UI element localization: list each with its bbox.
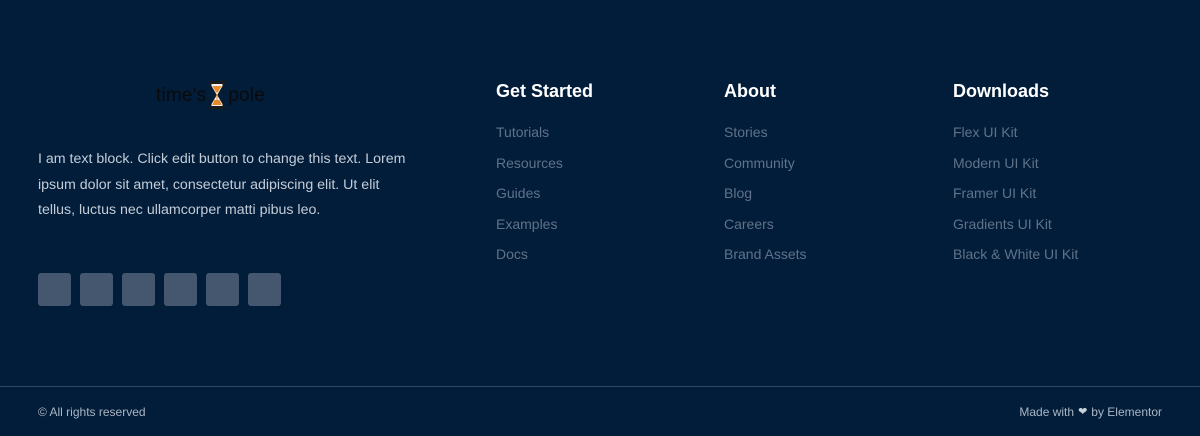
social-links [38,273,281,306]
footer-link-resources[interactable]: Resources [496,155,593,171]
footer-link-docs[interactable]: Docs [496,246,593,262]
link-list-get-started: Tutorials Resources Guides Examples Docs [496,124,593,262]
made-with-credit: Made with ❤ by Elementor [1019,405,1162,419]
site-footer: time's pole I am text block. Click edit … [0,0,1200,436]
made-with-prefix: Made with [1019,405,1075,419]
site-logo[interactable]: time's pole [156,78,296,112]
footer-divider [0,386,1200,387]
footer-link-tutorials[interactable]: Tutorials [496,124,593,140]
footer-link-black-white-ui-kit[interactable]: Black & White UI Kit [953,246,1078,262]
footer-column-downloads: Downloads Flex UI Kit Modern UI Kit Fram… [953,80,1078,277]
column-title-get-started: Get Started [496,81,594,101]
footer-column-about: About Stories Community Blog Careers Bra… [724,80,807,277]
footer-link-examples[interactable]: Examples [496,216,593,232]
social-button-5[interactable] [206,273,239,306]
about-text: I am text block. Click edit button to ch… [38,151,406,219]
footer-link-stories[interactable]: Stories [724,124,807,140]
social-button-1[interactable] [38,273,71,306]
heart-icon: ❤ [1078,406,1088,418]
column-title-about: About [724,81,776,101]
made-with-suffix: by Elementor [1091,405,1162,419]
column-title-downloads: Downloads [953,81,1050,101]
link-list-about: Stories Community Blog Careers Brand Ass… [724,124,807,262]
footer-link-gradients-ui-kit[interactable]: Gradients UI Kit [953,216,1078,232]
social-button-6[interactable] [248,273,281,306]
footer-link-brand-assets[interactable]: Brand Assets [724,246,807,262]
social-button-2[interactable] [80,273,113,306]
copyright-text: © All rights reserved [38,405,146,419]
logo-text-part1: time's [156,84,207,106]
social-button-3[interactable] [122,273,155,306]
link-list-downloads: Flex UI Kit Modern UI Kit Framer UI Kit … [953,124,1078,262]
footer-link-careers[interactable]: Careers [724,216,807,232]
hourglass-icon [209,81,226,109]
footer-link-community[interactable]: Community [724,155,807,171]
footer-link-guides[interactable]: Guides [496,185,593,201]
logo-text-part2: pole [228,84,265,106]
social-button-4[interactable] [164,273,197,306]
footer-column-get-started: Get Started Tutorials Resources Guides E… [496,80,593,277]
footer-link-flex-ui-kit[interactable]: Flex UI Kit [953,124,1078,140]
footer-link-framer-ui-kit[interactable]: Framer UI Kit [953,185,1078,201]
footer-link-modern-ui-kit[interactable]: Modern UI Kit [953,155,1078,171]
footer-link-blog[interactable]: Blog [724,185,807,201]
